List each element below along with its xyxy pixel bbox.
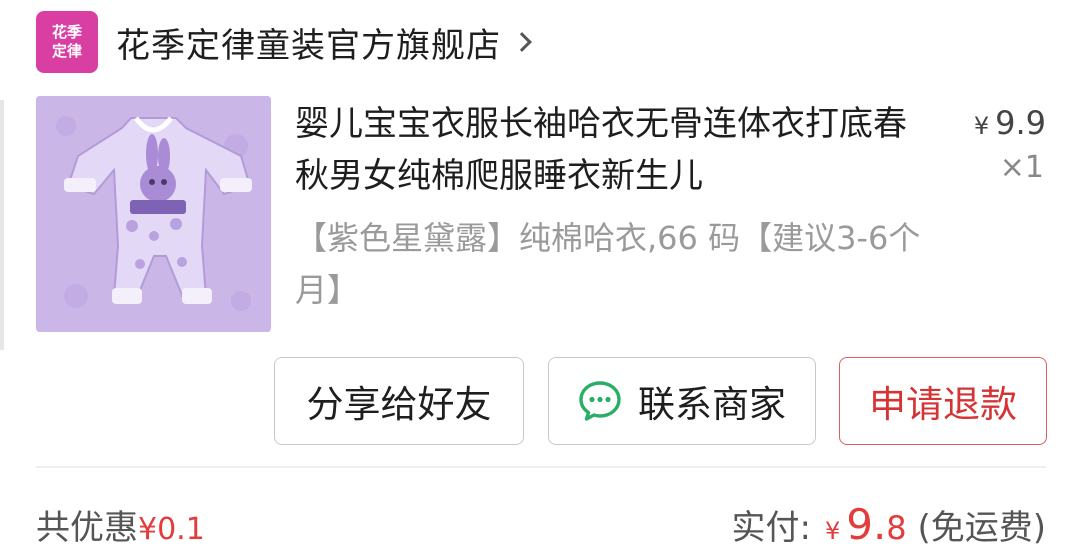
- contact-seller-label: 联系商家: [638, 383, 786, 426]
- discount-amount: ¥0.1: [138, 512, 205, 547]
- shop-logo-line2: 定律: [51, 42, 82, 60]
- scroll-indicator: [0, 100, 4, 350]
- shop-name[interactable]: 花季定律童装官方旗舰店: [116, 18, 501, 67]
- refund-button-label: 申请退款: [869, 383, 1017, 426]
- discount-summary: 共优惠¥0.1: [36, 500, 205, 549]
- product-title[interactable]: 婴儿宝宝衣服长袖哈衣无骨连体衣打底春秋男女纯棉爬服睡衣新生儿: [295, 98, 925, 202]
- shipping-note: (免运费): [917, 508, 1046, 548]
- price-value: 9.9: [995, 104, 1046, 142]
- paid-decimal: 8: [886, 509, 907, 547]
- shop-header[interactable]: 花季 定律 花季定律童装官方旗舰店: [36, 10, 532, 74]
- shop-logo-line1: 花季: [51, 23, 82, 41]
- divider: [36, 466, 1046, 468]
- product-price: ¥9.9: [974, 104, 1046, 142]
- contact-seller-button[interactable]: 联系商家: [548, 357, 816, 445]
- paid-symbol: ¥: [824, 517, 841, 545]
- price-symbol: ¥: [973, 112, 990, 140]
- paid-integer: 9.: [846, 500, 887, 549]
- share-button-label: 分享给好友: [306, 383, 492, 426]
- chat-bubble-icon: [579, 381, 621, 421]
- paid-total: 实付: ¥9.8 (免运费): [731, 500, 1046, 549]
- refund-button[interactable]: 申请退款: [839, 357, 1047, 445]
- product-quantity: ×1: [999, 150, 1044, 185]
- product-image[interactable]: [36, 96, 271, 332]
- paid-label: 实付:: [731, 508, 811, 548]
- discount-label: 共优惠: [36, 508, 138, 548]
- share-button[interactable]: 分享给好友: [274, 357, 524, 445]
- shop-logo[interactable]: 花季 定律: [36, 11, 98, 73]
- product-spec: 【紫色星黛露】纯棉哈衣,66 码【建议3-6个月】: [295, 219, 921, 309]
- baby-romper-illustration: [36, 96, 271, 332]
- chevron-right-icon[interactable]: [512, 32, 532, 52]
